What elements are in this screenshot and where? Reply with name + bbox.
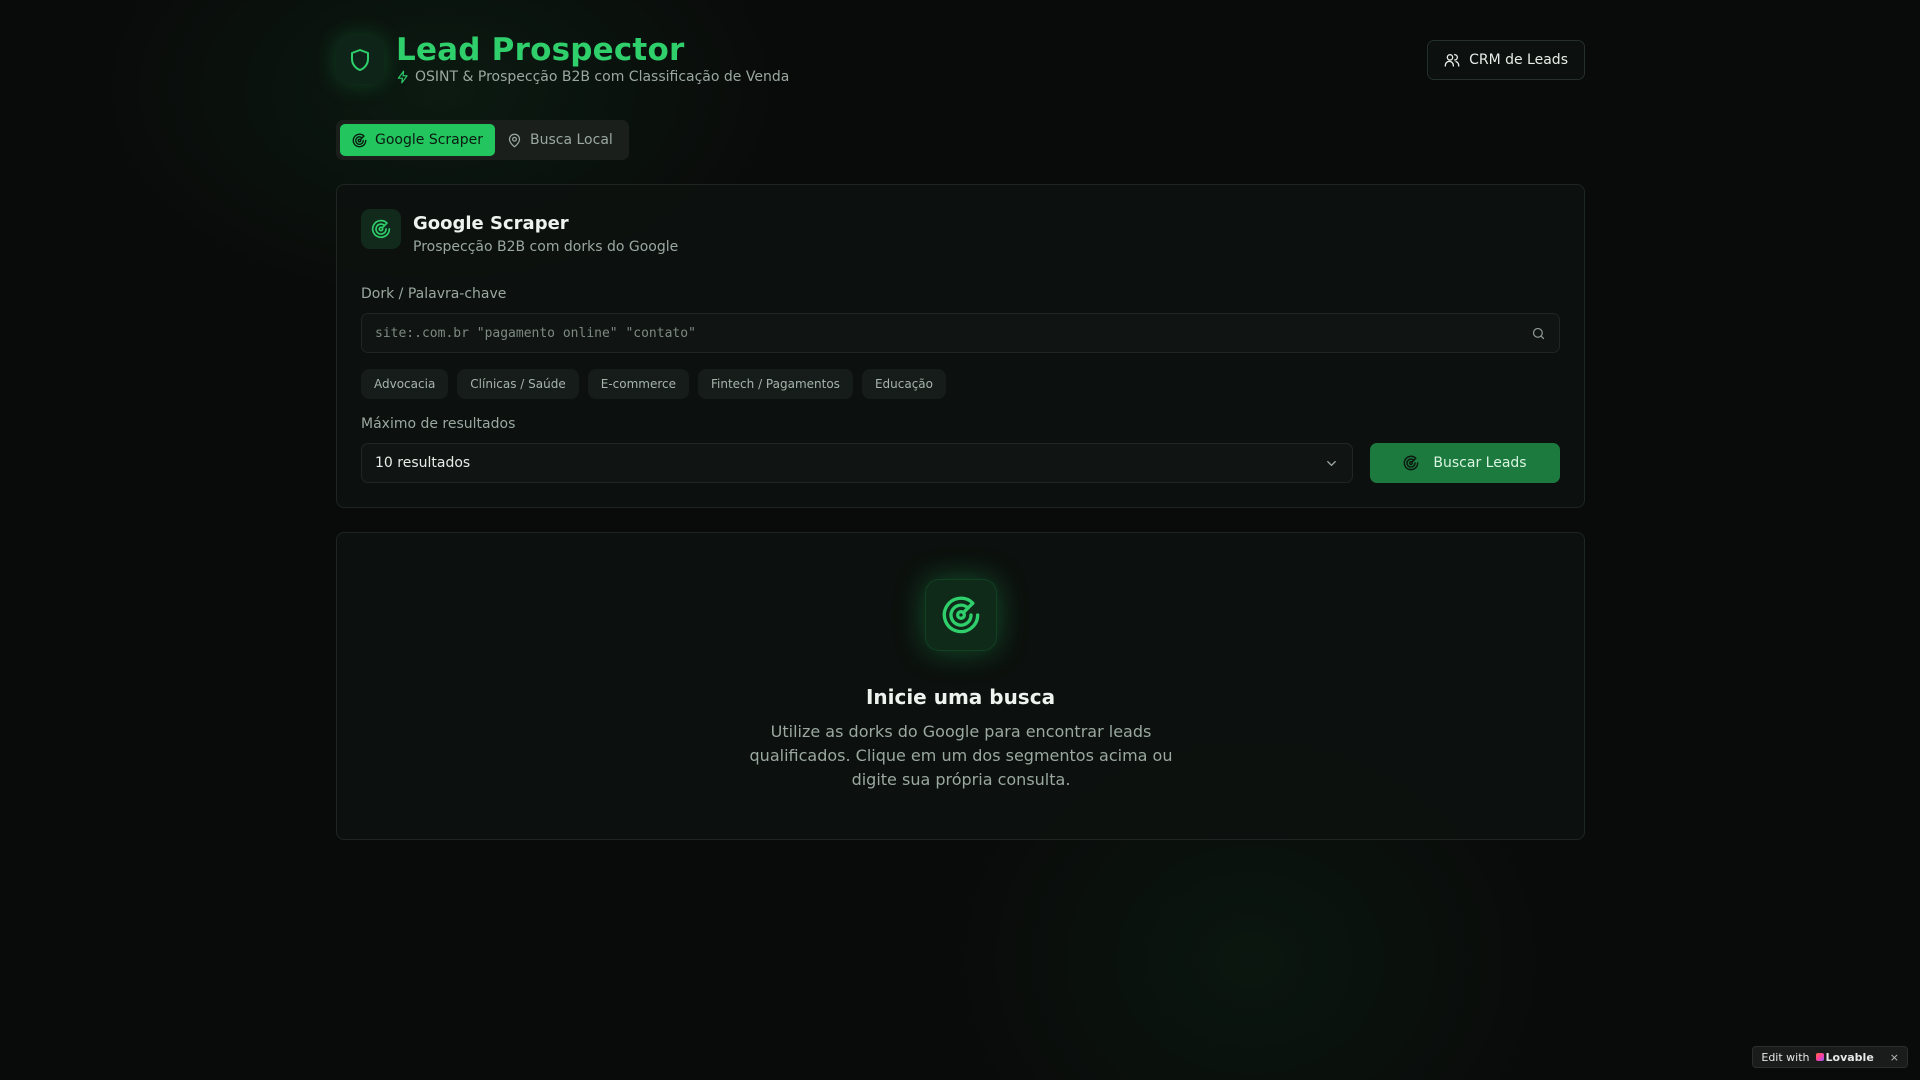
radar-icon: [925, 579, 997, 651]
shield-icon: [336, 36, 384, 84]
empty-state-text: Utilize as dorks do Google para encontra…: [749, 722, 1173, 789]
lovable-heart-icon: [1815, 1053, 1824, 1061]
chevron-down-icon: [1324, 456, 1339, 471]
segment-chip-educacao[interactable]: Educação: [861, 369, 946, 399]
dork-input[interactable]: [362, 314, 1559, 352]
mode-tabs: Google Scraper Busca Local: [336, 120, 629, 160]
badge-prefix: Edit with: [1761, 1050, 1810, 1064]
page-subtitle-text: OSINT & Prospecção B2B com Classificação…: [415, 69, 790, 85]
radar-icon: [352, 133, 367, 148]
tab-busca-local[interactable]: Busca Local: [495, 124, 625, 156]
lovable-brand-text: Lovable: [1825, 1050, 1874, 1064]
users-icon: [1444, 52, 1460, 68]
lightning-icon: [396, 70, 410, 84]
buscar-leads-label: Buscar Leads: [1433, 455, 1527, 471]
card-subtitle: Prospecção B2B com dorks do Google: [413, 239, 679, 255]
edit-with-lovable-badge[interactable]: Edit with Lovable ×: [1752, 1046, 1908, 1068]
tab-busca-local-label: Busca Local: [530, 132, 613, 148]
dork-label: Dork / Palavra-chave: [361, 286, 507, 302]
max-results-select[interactable]: 10 resultados: [361, 443, 1353, 483]
map-pin-icon: [507, 133, 522, 148]
crm-leads-button[interactable]: CRM de Leads: [1427, 40, 1585, 80]
google-scraper-card: Google Scraper Prospecção B2B com dorks …: [336, 184, 1585, 508]
empty-state-card: Inicie uma busca Utilize as dorks do Goo…: [336, 532, 1585, 840]
search-icon[interactable]: [1531, 326, 1546, 341]
radar-icon: [361, 209, 401, 249]
buscar-leads-button[interactable]: Buscar Leads: [1370, 443, 1560, 483]
page-header: Lead Prospector OSINT & Prospecção B2B c…: [336, 32, 1585, 88]
segment-chip-fintech-pagamentos[interactable]: Fintech / Pagamentos: [698, 369, 853, 399]
lovable-logo: Lovable: [1815, 1050, 1874, 1064]
card-title: Google Scraper: [413, 213, 569, 234]
segment-chips: Advocacia Clínicas / Saúde E-commerce Fi…: [361, 369, 946, 399]
max-results-label: Máximo de resultados: [361, 416, 516, 432]
crm-leads-label: CRM de Leads: [1469, 52, 1568, 68]
segment-chip-clinicas-saude[interactable]: Clínicas / Saúde: [457, 369, 579, 399]
tab-google-scraper-label: Google Scraper: [375, 132, 483, 148]
tab-google-scraper[interactable]: Google Scraper: [340, 124, 495, 156]
dork-field: [361, 313, 1560, 353]
segment-chip-advocacia[interactable]: Advocacia: [361, 369, 449, 399]
close-icon[interactable]: ×: [1890, 1051, 1899, 1064]
empty-state-title: Inicie uma busca: [865, 685, 1056, 709]
segment-chip-ecommerce[interactable]: E-commerce: [587, 369, 689, 399]
page-title: Lead Prospector: [396, 32, 685, 68]
page-subtitle: OSINT & Prospecção B2B com Classificação…: [396, 69, 789, 85]
max-results-value: 10 resultados: [375, 455, 471, 471]
radar-icon: [1403, 455, 1419, 471]
